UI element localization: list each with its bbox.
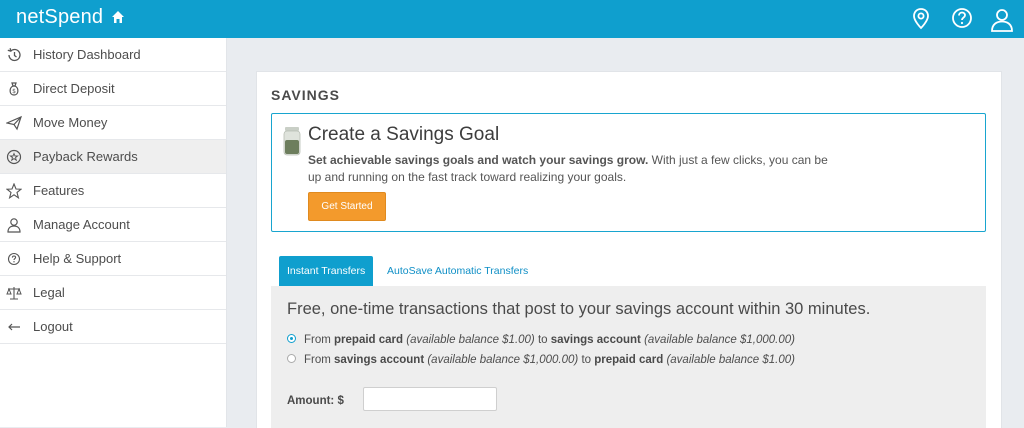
sidebar-nav: History Dashboard $ Direct Deposit Move … (0, 38, 227, 427)
sidebar-item-label: History Dashboard (33, 47, 141, 62)
tab-instant-transfers[interactable]: Instant Transfers (279, 256, 374, 286)
svg-text:$: $ (12, 88, 16, 95)
rewards-badge-icon (6, 149, 22, 165)
scales-icon (6, 285, 22, 301)
user-icon[interactable] (989, 7, 1015, 38)
sidebar-item-manage-account[interactable]: Manage Account (0, 208, 226, 242)
sidebar-item-label: Legal (33, 285, 65, 300)
sidebar-item-label: Features (33, 183, 85, 198)
option-destination-balance: (available balance $1.00) (663, 354, 795, 366)
page-title: SAVINGS (271, 87, 340, 103)
option-to-text: to (578, 354, 595, 366)
option-from-text: From (304, 354, 335, 366)
sidebar-item-label: Help & Support (33, 251, 122, 266)
history-icon (6, 47, 22, 63)
sidebar-item-payback-rewards[interactable]: Payback Rewards (0, 140, 226, 174)
option-destination-balance: (available balance $1,000.00) (640, 334, 795, 346)
arrow-left-icon (6, 319, 22, 335)
home-icon[interactable] (111, 10, 125, 29)
sidebar-item-help-support[interactable]: Help & Support (0, 242, 226, 276)
help-circle-icon[interactable] (951, 7, 973, 36)
money-bag-icon: $ (6, 81, 22, 97)
option-destination: prepaid card (594, 354, 664, 366)
sidebar-item-label: Manage Account (33, 217, 130, 232)
option-to-text: to (534, 334, 551, 346)
option-source: prepaid card (334, 334, 404, 346)
sidebar-item-label: Payback Rewards (33, 149, 138, 164)
option-destination: savings account (550, 334, 641, 346)
top-navigation-bar: netSpend (0, 0, 1024, 38)
transfer-option-prepaid-to-savings[interactable]: From prepaid card (available balance $1.… (287, 334, 795, 346)
option-from-text: From (304, 334, 335, 346)
option-source-balance: (available balance $1,000.00) (424, 354, 579, 366)
transfer-heading: Free, one-time transactions that post to… (287, 300, 871, 318)
savings-goal-description: Set achievable savings goals and watch y… (308, 152, 828, 186)
amount-label: Amount: $ (287, 395, 344, 407)
amount-input[interactable] (363, 387, 497, 411)
savings-goal-description-bold: Set achievable savings goals and watch y… (308, 153, 649, 167)
radio-button-selected[interactable] (287, 334, 296, 344)
sidebar-item-legal[interactable]: Legal (0, 276, 226, 310)
sidebar-item-label: Move Money (33, 115, 108, 130)
sidebar-item-direct-deposit[interactable]: $ Direct Deposit (0, 72, 226, 106)
location-pin-icon[interactable] (911, 7, 931, 36)
star-icon (5, 182, 23, 200)
sidebar-item-label: Logout (33, 319, 73, 334)
transfer-option-savings-to-prepaid[interactable]: From savings account (available balance … (287, 354, 795, 366)
person-icon (6, 217, 22, 233)
option-source: savings account (334, 354, 425, 366)
sidebar-item-features[interactable]: Features (0, 174, 226, 208)
savings-goal-card: Create a Savings Goal Set achievable sav… (271, 113, 986, 232)
radio-button[interactable] (287, 354, 296, 364)
sidebar-item-move-money[interactable]: Move Money (0, 106, 226, 140)
instant-transfers-panel: Free, one-time transactions that post to… (271, 286, 986, 428)
paper-plane-icon (5, 115, 22, 131)
brand-logo[interactable]: netSpend (16, 6, 103, 29)
help-icon (6, 251, 22, 267)
sidebar-item-logout[interactable]: Logout (0, 310, 226, 344)
savings-jar-icon (283, 126, 301, 161)
tab-autosave-automatic-transfers[interactable]: AutoSave Automatic Transfers (379, 256, 536, 286)
get-started-button[interactable]: Get Started (308, 192, 386, 221)
savings-goal-title: Create a Savings Goal (308, 124, 500, 145)
sidebar-item-label: Direct Deposit (33, 81, 115, 96)
option-source-balance: (available balance $1.00) (403, 334, 535, 346)
sidebar-item-history-dashboard[interactable]: History Dashboard (0, 38, 226, 72)
savings-panel: SAVINGS Create a Savings Goal Set achiev… (256, 71, 1002, 428)
